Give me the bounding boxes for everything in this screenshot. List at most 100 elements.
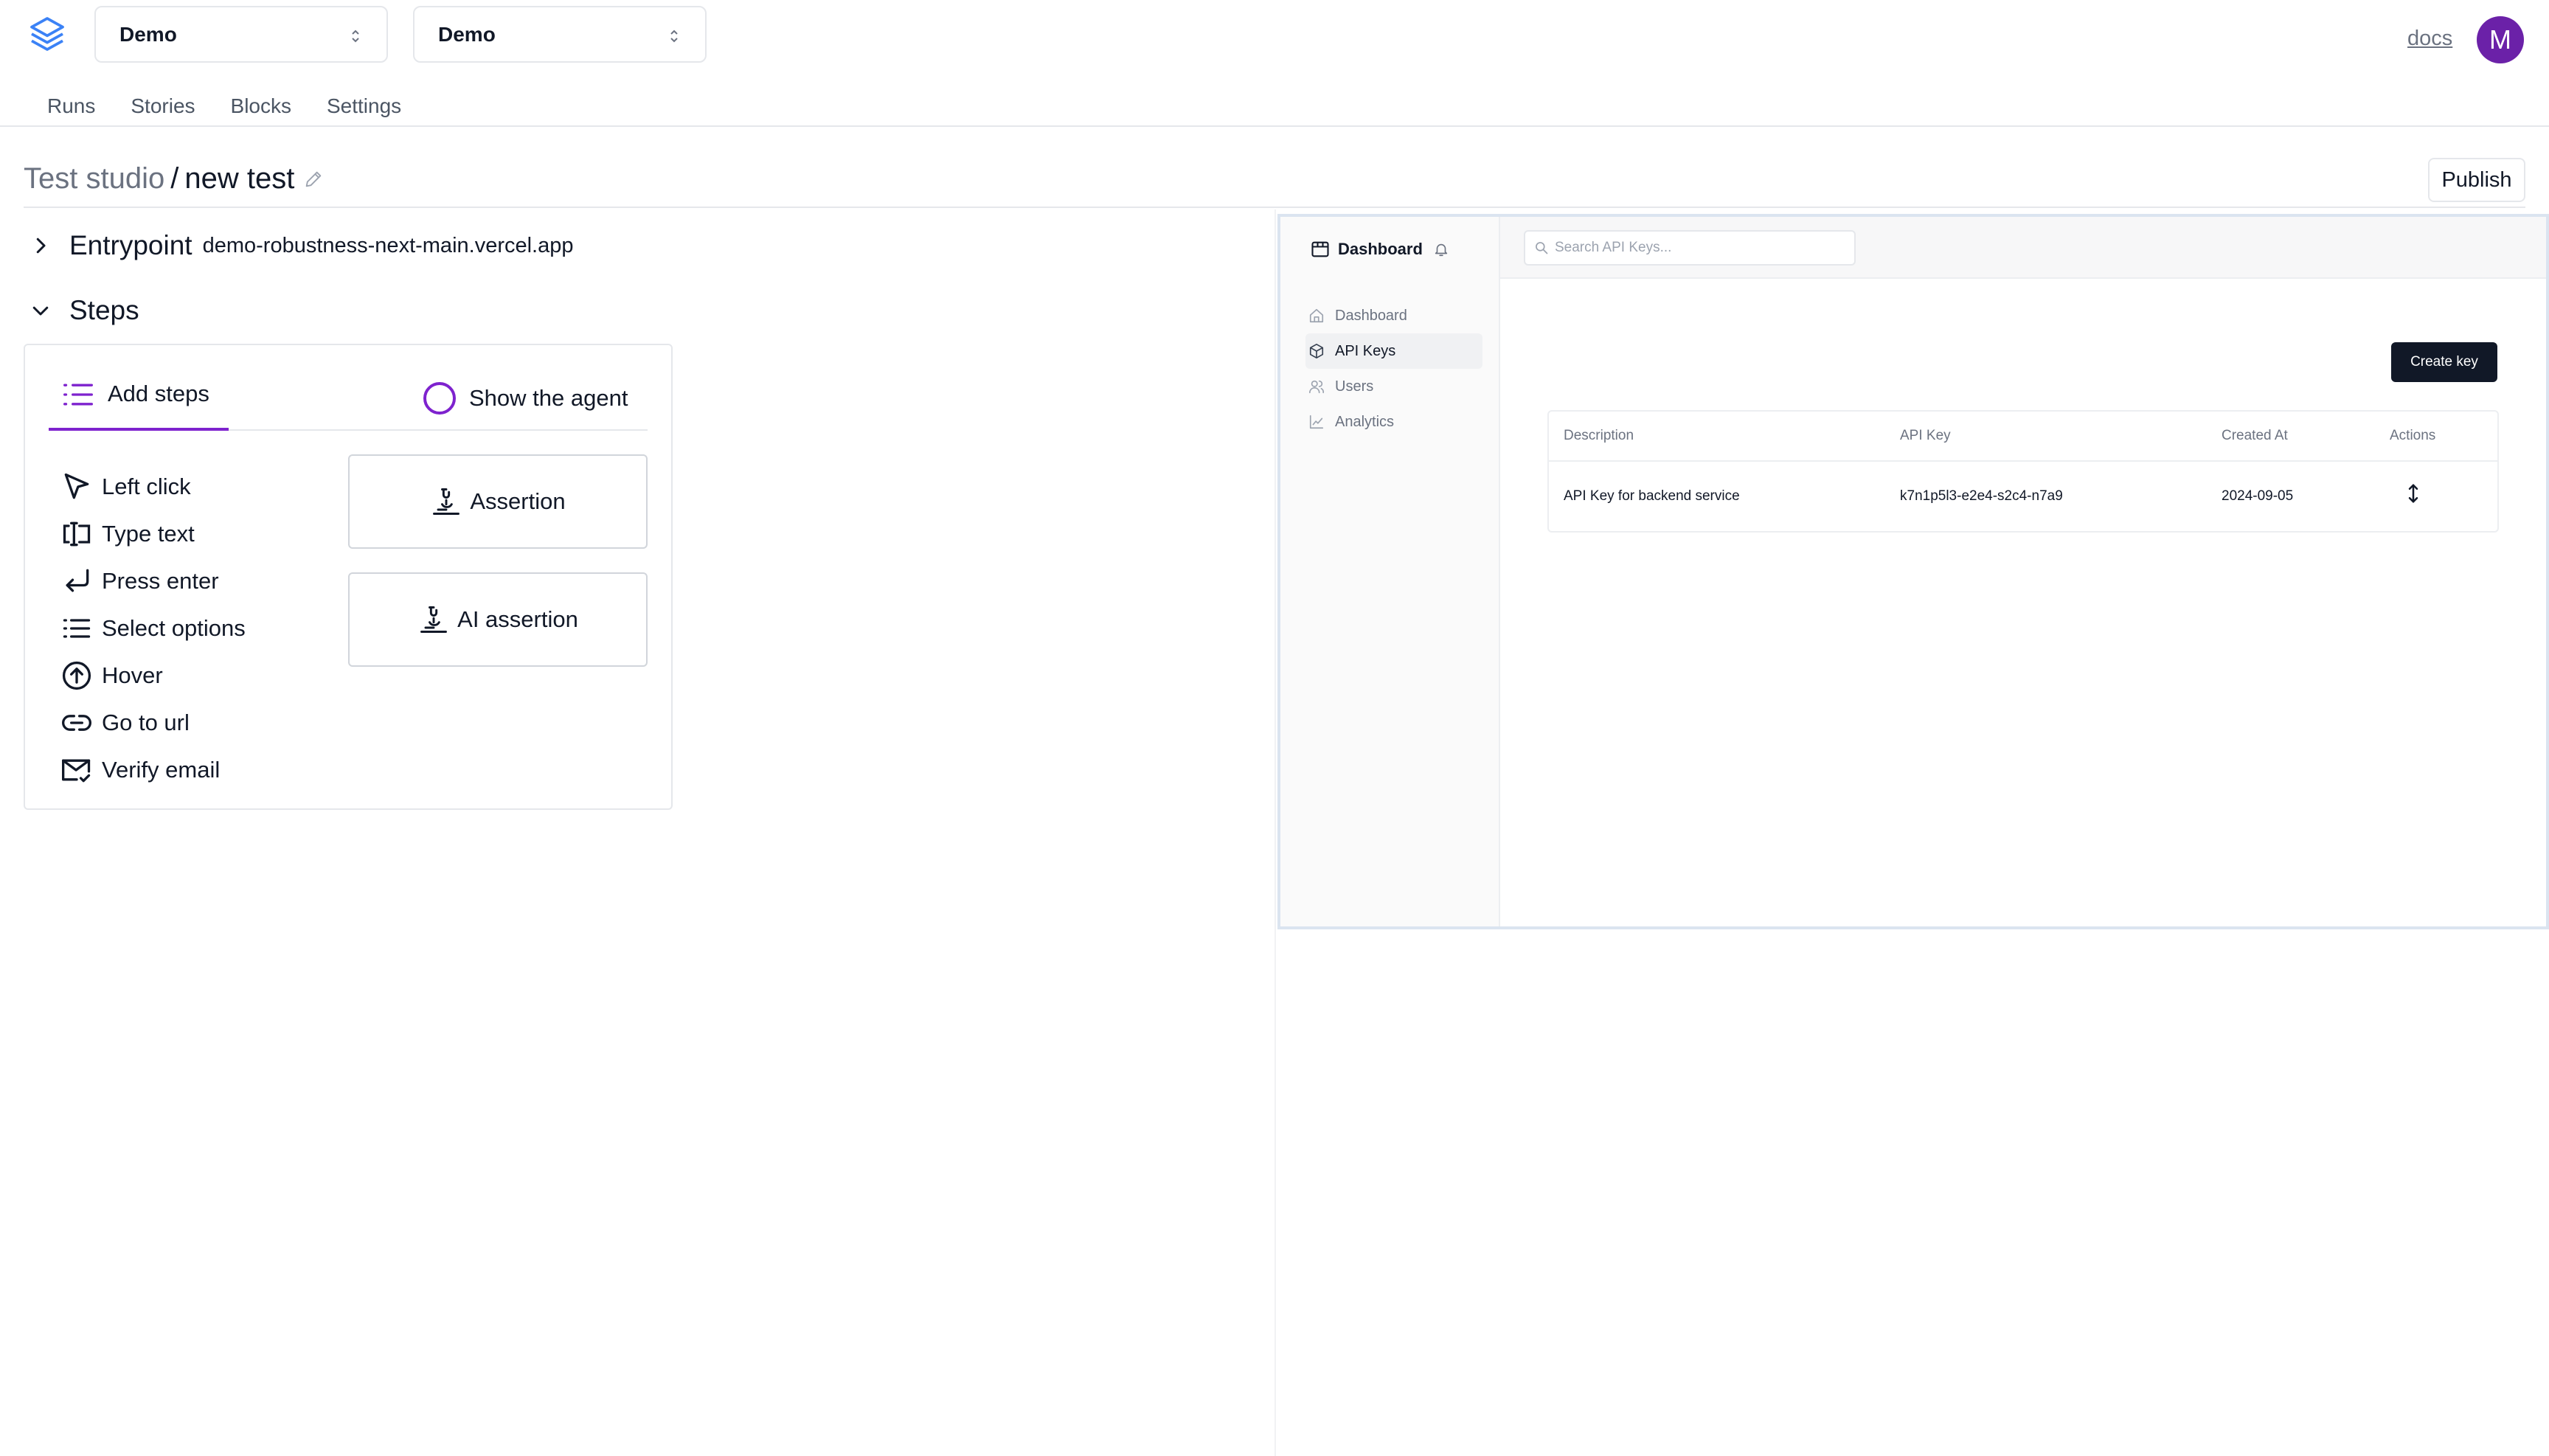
preview-brand-label: Dashboard (1338, 240, 1423, 258)
list-icon (63, 384, 93, 406)
edit-pencil-icon[interactable] (303, 169, 324, 190)
preview-nav-label: Analytics (1335, 413, 1395, 430)
step-list: Left click Type text Press enter Select … (60, 463, 246, 794)
chevron-down-icon (32, 306, 49, 316)
steps-label: Steps (69, 295, 139, 325)
preview-nav-analytics[interactable]: Analytics (1305, 404, 1482, 440)
chevron-updown-icon (670, 30, 678, 43)
top-bar: Demo Demo docs M Runs Stories Blocks Set… (0, 0, 2549, 127)
steps-row[interactable]: Steps (30, 295, 139, 326)
preview-brand: Dashboard (1310, 239, 1449, 260)
preview-search-placeholder: Search API Keys... (1555, 240, 1672, 255)
tab-add-steps-label: Add steps (108, 381, 209, 406)
list-icon (63, 619, 91, 638)
mail-check-icon (62, 759, 91, 783)
step-select-options[interactable]: Select options (60, 605, 246, 652)
ai-assertion-button[interactable]: AI assertion (348, 572, 648, 667)
step-hover[interactable]: Hover (60, 652, 246, 699)
entrypoint-row[interactable]: Entrypoint demo-robustness-next-main.ver… (30, 230, 574, 261)
api-keys-table: Description API Key Created At Actions A… (1547, 410, 2499, 533)
step-label: Press enter (102, 568, 219, 594)
entrypoint-label: Entrypoint (69, 230, 193, 260)
preview-nav-label: Dashboard (1335, 307, 1407, 324)
preview-topbar: Search API Keys... (1500, 217, 2546, 279)
logo-layers-icon[interactable] (27, 13, 68, 55)
publish-button[interactable]: Publish (2428, 158, 2525, 202)
main-nav: Runs Stories Blocks Settings (47, 94, 401, 118)
text-cursor-icon (63, 521, 91, 547)
table-header-actions: Actions (2390, 428, 2436, 443)
active-tab-indicator (49, 428, 229, 431)
link-icon (62, 715, 91, 731)
project-select-value: Demo (119, 22, 177, 46)
environment-select[interactable]: Demo (413, 6, 707, 63)
preview-nav-label: API Keys (1335, 342, 1396, 359)
create-key-button[interactable]: Create key (2391, 342, 2497, 382)
breadcrumb-separator: / (170, 162, 179, 195)
chevron-right-icon (36, 238, 46, 254)
preview-nav-api-keys[interactable]: API Keys (1305, 333, 1482, 369)
page-title: Test studio / new test (24, 162, 324, 195)
table-header-api-key: API Key (1900, 428, 1951, 443)
microscope-icon (420, 606, 448, 633)
table-cell-created-at: 2024-09-05 (2222, 488, 2294, 504)
step-press-enter[interactable]: Press enter (60, 558, 246, 605)
table-cell-description: API Key for backend service (1564, 488, 1740, 504)
table-header-description: Description (1564, 428, 1634, 443)
agent-toggle-circle-icon[interactable] (423, 382, 456, 415)
tab-show-the-agent[interactable]: Show the agent (423, 382, 628, 415)
environment-select-value: Demo (438, 22, 496, 46)
step-label: Go to url (102, 710, 190, 735)
ai-assertion-label: AI assertion (457, 606, 578, 632)
table-cell-api-key: k7n1p5l3-e2e4-s2c4-n7a9 (1900, 488, 2063, 504)
step-verify-email[interactable]: Verify email (60, 746, 246, 794)
preview-sidebar: Dashboard Dashboard API Keys Users Analy… (1280, 217, 1500, 926)
package-icon (1311, 241, 1329, 257)
project-select[interactable]: Demo (94, 6, 388, 63)
cursor-icon (64, 473, 89, 499)
steps-card: Add steps Show the agent Left click Type… (24, 344, 673, 810)
step-label: Type text (102, 521, 195, 547)
chart-icon (1309, 415, 1324, 429)
nav-stories[interactable]: Stories (131, 94, 195, 118)
users-icon (1309, 380, 1324, 394)
table-row-divider (1549, 460, 2497, 462)
step-label: Hover (102, 662, 163, 688)
chevron-updown-icon (352, 30, 359, 43)
search-icon (1536, 242, 1548, 254)
nav-blocks[interactable]: Blocks (231, 94, 291, 118)
docs-link[interactable]: docs (2407, 27, 2452, 51)
step-left-click[interactable]: Left click (60, 463, 246, 510)
panel-resize-handle[interactable] (1274, 209, 1276, 1456)
arrow-up-circle-icon (62, 661, 91, 690)
assertion-button[interactable]: Assertion (348, 454, 648, 549)
tab-show-the-agent-label: Show the agent (469, 385, 628, 411)
preview-search-input[interactable]: Search API Keys... (1524, 230, 1856, 266)
microscope-icon (433, 488, 460, 515)
preview-nav-users[interactable]: Users (1305, 369, 1482, 404)
bell-icon[interactable] (1433, 241, 1449, 257)
step-go-to-url[interactable]: Go to url (60, 699, 246, 746)
step-type-text[interactable]: Type text (60, 510, 246, 558)
step-label: Select options (102, 615, 246, 641)
browser-preview[interactable]: Dashboard Dashboard API Keys Users Analy… (1277, 214, 2549, 929)
table-header-created-at: Created At (2222, 428, 2288, 443)
step-label: Left click (102, 474, 191, 499)
test-name: new test (184, 162, 295, 195)
enter-icon (66, 569, 89, 592)
tab-add-steps[interactable]: Add steps (49, 381, 229, 420)
home-icon (1309, 308, 1324, 323)
preview-nav-label: Users (1335, 378, 1374, 395)
preview-nav-dashboard[interactable]: Dashboard (1305, 298, 1482, 333)
user-avatar[interactable]: M (2477, 16, 2524, 63)
nav-runs[interactable]: Runs (47, 94, 95, 118)
breadcrumb-test-studio[interactable]: Test studio (24, 162, 164, 195)
assertion-label: Assertion (470, 488, 566, 514)
package-icon (1309, 344, 1324, 358)
preview-nav: Dashboard API Keys Users Analytics (1305, 298, 1482, 440)
nav-settings[interactable]: Settings (327, 94, 401, 118)
entrypoint-url: demo-robustness-next-main.vercel.app (202, 233, 574, 257)
divider (24, 207, 2525, 208)
row-actions-arrows-icon[interactable] (2407, 482, 2419, 505)
step-label: Verify email (102, 757, 221, 783)
